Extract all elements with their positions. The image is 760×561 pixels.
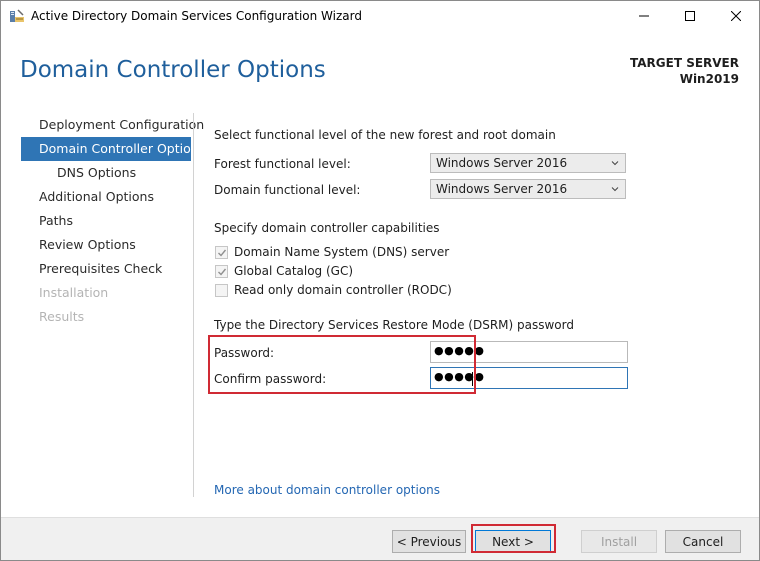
next-button[interactable]: Next > (475, 530, 551, 553)
password-value: ●●●●● (434, 344, 485, 357)
nav-item-deployment-configuration[interactable]: Deployment Configuration (21, 113, 204, 137)
password-label: Password: (214, 346, 275, 360)
domain-level-select[interactable]: Windows Server 2016 (430, 179, 626, 199)
checkmark-icon (218, 268, 227, 276)
more-info-link[interactable]: More about domain controller options (214, 483, 440, 497)
rodc-label: Read only domain controller (RODC) (234, 283, 452, 297)
confirm-password-value: ●●●●● (434, 370, 485, 383)
rodc-checkbox[interactable] (215, 284, 228, 297)
forest-level-value: Windows Server 2016 (436, 156, 568, 170)
maximize-icon (685, 11, 695, 21)
button-bar: < Previous Next > Install Cancel (1, 517, 759, 560)
dsrm-heading: Type the Directory Services Restore Mode… (214, 318, 574, 332)
checkmark-icon (218, 249, 227, 257)
title-bar[interactable]: Active Directory Domain Services Configu… (1, 1, 759, 31)
ad-ds-wizard-icon (9, 8, 25, 24)
password-field[interactable]: ●●●●● (430, 341, 628, 363)
confirm-password-label: Confirm password: (214, 372, 327, 386)
nav-item-paths[interactable]: Paths (21, 209, 191, 233)
nav-item-review-options[interactable]: Review Options (21, 233, 191, 257)
global-catalog-label: Global Catalog (GC) (234, 264, 354, 278)
dns-server-label: Domain Name System (DNS) server (234, 245, 450, 259)
target-server-name: Win2019 (679, 72, 739, 86)
nav-divider (193, 113, 194, 497)
nav-item-domain-controller-options[interactable]: Domain Controller Options (21, 137, 205, 161)
nav-item-additional-options[interactable]: Additional Options (21, 185, 191, 209)
maximize-button[interactable] (667, 1, 713, 31)
chevron-down-icon (611, 187, 619, 192)
nav-item-installation: Installation (39, 285, 109, 300)
dns-server-checkbox (215, 246, 228, 259)
install-button: Install (581, 530, 657, 553)
capabilities-heading: Specify domain controller capabilities (214, 221, 440, 235)
minimize-button[interactable] (621, 1, 667, 31)
minimize-icon (639, 15, 649, 17)
previous-button[interactable]: < Previous (392, 530, 466, 553)
close-button[interactable] (713, 1, 759, 31)
wizard-nav: Deployment Configuration Domain Controll… (21, 113, 205, 329)
target-server-label: TARGET SERVER (630, 56, 739, 70)
nav-item-prerequisites-check[interactable]: Prerequisites Check (21, 257, 191, 281)
domain-level-value: Windows Server 2016 (436, 182, 568, 196)
nav-item-dns-options[interactable]: DNS Options (21, 161, 191, 185)
chevron-down-icon (611, 161, 619, 166)
cancel-button[interactable]: Cancel (665, 530, 741, 553)
wizard-window: Active Directory Domain Services Configu… (0, 0, 760, 561)
forest-level-label: Forest functional level: (214, 157, 351, 171)
confirm-password-field[interactable]: ●●●●● (430, 367, 628, 389)
global-catalog-checkbox (215, 265, 228, 278)
window-title: Active Directory Domain Services Configu… (31, 9, 362, 23)
functional-level-heading: Select functional level of the new fores… (214, 128, 556, 142)
nav-item-results: Results (39, 309, 85, 324)
forest-level-select[interactable]: Windows Server 2016 (430, 153, 626, 173)
domain-level-label: Domain functional level: (214, 183, 361, 197)
close-icon (731, 11, 741, 21)
text-caret (472, 372, 473, 386)
page-title: Domain Controller Options (20, 57, 326, 83)
